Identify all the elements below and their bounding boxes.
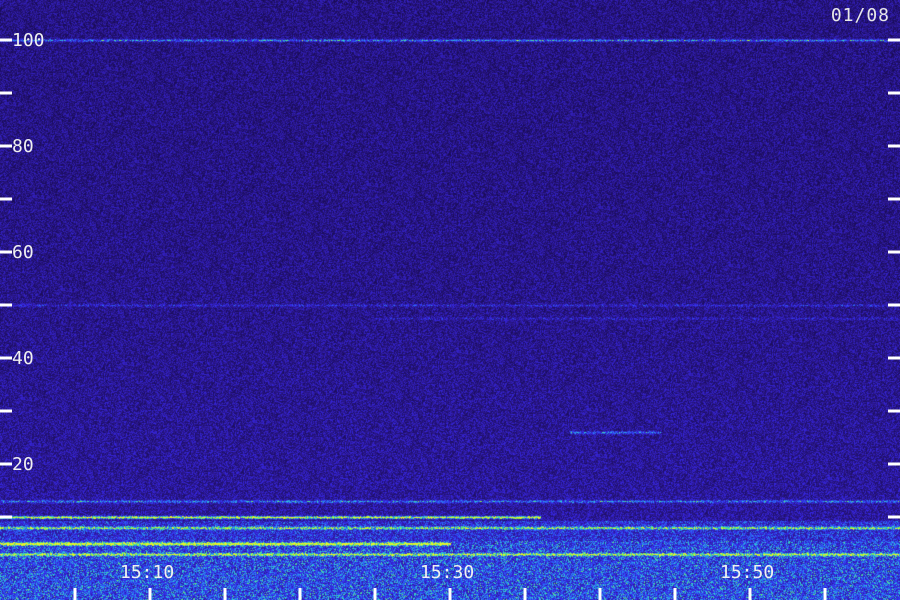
x-tick [523,588,527,600]
y-tick-left [0,409,12,413]
y-tick-left [0,197,12,201]
x-tick [748,588,752,600]
y-tick-right [888,356,900,360]
y-tick-left [0,462,12,466]
y-tick-right [888,250,900,254]
y-tick-left [0,91,12,95]
x-tick [448,588,452,600]
y-tick-left [0,250,12,254]
y-tick-label: 40 [12,348,34,369]
y-tick-right [888,462,900,466]
y-tick-label: 60 [12,242,34,263]
y-tick-right [888,197,900,201]
x-tick [373,588,377,600]
x-tick [73,588,77,600]
y-tick-label: 80 [12,136,34,157]
y-tick-left [0,38,12,42]
x-tick-label: 15:10 [120,562,174,583]
y-tick-right [888,515,900,519]
x-tick [823,588,827,600]
y-tick-left [0,515,12,519]
x-tick [673,588,677,600]
y-tick-right [888,409,900,413]
x-tick [598,588,602,600]
y-tick-right [888,303,900,307]
spectrogram-chart: 20 40 60 80 100 15:10 15:30 15:50 01/08 [0,0,900,600]
y-tick-label: 20 [12,454,34,475]
y-tick-right [888,91,900,95]
y-tick-right [888,38,900,42]
x-tick [223,588,227,600]
x-tick-label: 15:50 [720,562,774,583]
axis-overlay: 20 40 60 80 100 15:10 15:30 15:50 [0,30,900,600]
date-label: 01/08 [830,5,890,26]
x-tick [148,588,152,600]
y-tick-left [0,356,12,360]
x-tick-label: 15:30 [420,562,474,583]
y-tick-left [0,303,12,307]
y-tick-left [0,144,12,148]
y-tick-label: 100 [12,30,45,51]
y-tick-right [888,144,900,148]
x-tick [298,588,302,600]
